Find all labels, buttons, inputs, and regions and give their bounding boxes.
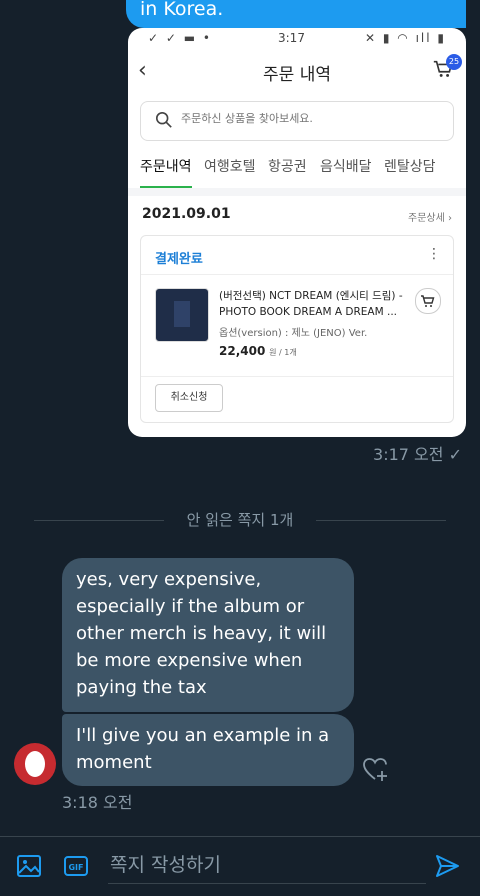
tab-flights: 항공권 bbox=[268, 159, 307, 175]
order-tabs: 주문내역 여행호텔 항공권 음식배달 렌탈상담 bbox=[140, 156, 466, 188]
cancel-order-button: 취소신청 bbox=[155, 384, 223, 412]
read-check-icon: ✓ bbox=[448, 445, 462, 464]
product-name: (버전선택) NCT DREAM (엔시티 드림) - PHOTO BOOK D… bbox=[219, 290, 403, 318]
phone-status-bar: ✓ ✓ ▬ • 3:17 ✕ ▮ ◠ ıll ▮ bbox=[128, 28, 466, 50]
received-message-bubble[interactable]: I'll give you an example in a moment bbox=[62, 714, 354, 786]
svg-text:GIF: GIF bbox=[68, 863, 83, 872]
send-icon[interactable] bbox=[434, 853, 460, 879]
order-date: 2021.09.01 bbox=[142, 206, 231, 222]
tab-rental: 렌탈상담 bbox=[384, 159, 436, 175]
order-header: ‹ 주문 내역 25 bbox=[128, 52, 466, 92]
product-option: 옵션(version) : 제노 (JENO) Ver. bbox=[219, 328, 368, 339]
add-to-cart-icon bbox=[415, 288, 441, 314]
image-icon[interactable] bbox=[16, 853, 42, 879]
tab-orders: 주문내역 bbox=[140, 156, 192, 188]
divider-line bbox=[316, 520, 446, 521]
heart-plus-icon[interactable] bbox=[362, 756, 390, 784]
sent-message-bubble: in Korea. bbox=[126, 0, 466, 28]
product-thumbnail bbox=[155, 288, 209, 342]
status-system-icons: ✕ ▮ ◠ ıll ▮ bbox=[365, 31, 446, 45]
order-status: 결제완료 bbox=[155, 252, 203, 267]
sent-message-text: in Korea. bbox=[140, 0, 224, 20]
status-time: 3:17 bbox=[278, 31, 305, 45]
received-message-bubble[interactable]: yes, very expensive, especially if the a… bbox=[62, 558, 354, 712]
avatar[interactable] bbox=[14, 743, 56, 785]
sent-timestamp: 3:17 오전 ✓ bbox=[373, 445, 462, 464]
order-search-box bbox=[140, 101, 454, 141]
divider bbox=[141, 274, 453, 275]
search-icon bbox=[155, 111, 172, 128]
gif-icon[interactable]: GIF bbox=[63, 853, 89, 879]
status-notification-icons: ✓ ✓ ▬ • bbox=[148, 31, 212, 45]
divider bbox=[141, 376, 453, 377]
order-title: 주문 내역 bbox=[263, 65, 331, 85]
more-icon: ⋮ bbox=[427, 246, 441, 262]
order-card: 결제완료 ⋮ (버전선택) NCT DREAM (엔시티 드림) - PHOTO… bbox=[140, 235, 454, 423]
order-search-input bbox=[179, 111, 443, 126]
tab-food: 음식배달 bbox=[320, 159, 372, 175]
price-value: 22,400 bbox=[219, 344, 266, 358]
cart-badge: 25 bbox=[446, 54, 462, 70]
message-composer: GIF bbox=[0, 836, 480, 896]
price-unit: 원 / 1개 bbox=[269, 348, 297, 357]
tab-travel: 여행호텔 bbox=[204, 159, 256, 175]
screenshot-image[interactable]: ✓ ✓ ▬ • 3:17 ✕ ▮ ◠ ıll ▮ ‹ 주문 내역 25 주문내역… bbox=[128, 28, 466, 437]
message-input[interactable] bbox=[108, 847, 426, 884]
order-detail-link: 주문상세 › bbox=[408, 213, 452, 224]
product-price: 22,400 원 / 1개 bbox=[219, 344, 297, 358]
section-divider bbox=[128, 188, 466, 196]
received-timestamp: 3:18 오전 bbox=[62, 793, 133, 812]
